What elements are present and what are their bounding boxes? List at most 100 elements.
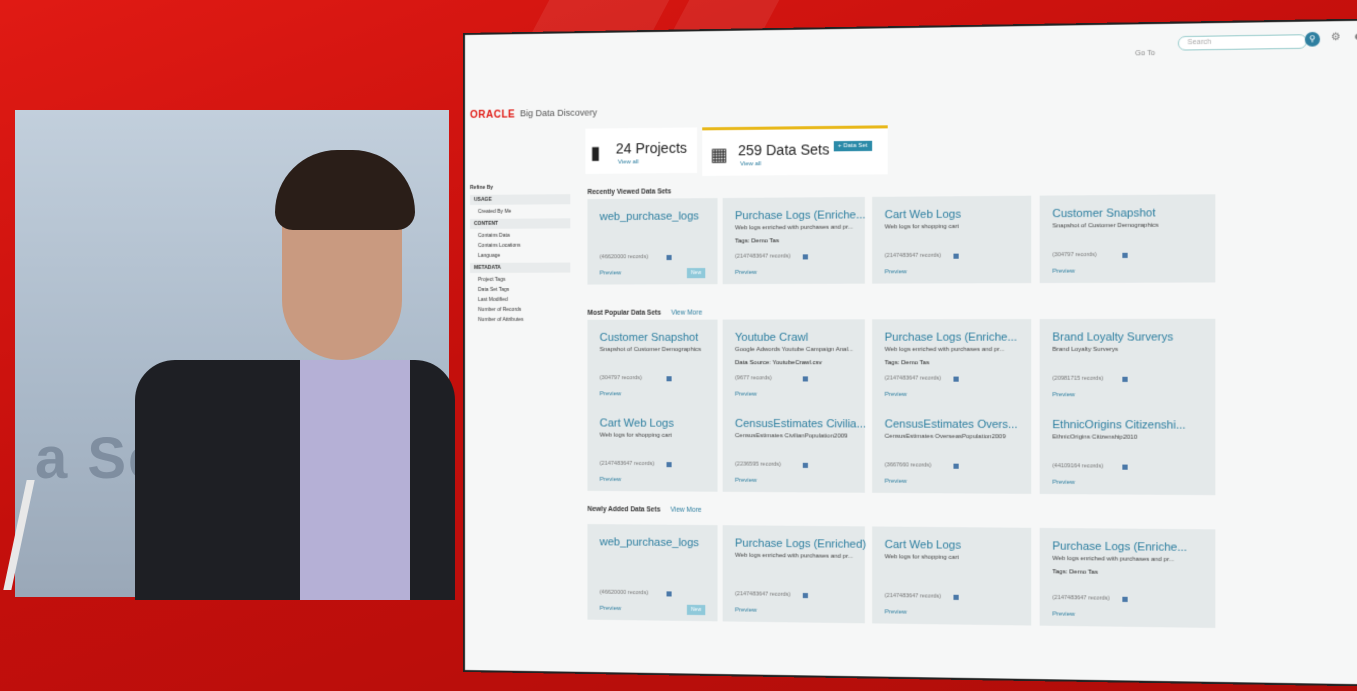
data-set-card[interactable]: CensusEstimates Overs... CensusEstimates … — [872, 406, 1032, 494]
card-action-icons[interactable] — [953, 376, 959, 382]
card-preview-link[interactable]: Preview — [1052, 392, 1075, 398]
card-record-count: (2147483647 records) — [734, 591, 791, 598]
section-recently-viewed: Recently Viewed Data Sets — [587, 188, 671, 196]
card-action-icons[interactable] — [802, 254, 808, 260]
data-set-card[interactable]: Purchase Logs (Enriche... Web logs enrich… — [1039, 527, 1216, 628]
refine-item[interactable]: Number of Attributes — [470, 315, 570, 325]
card-preview-link[interactable]: Preview — [885, 479, 907, 485]
refine-section-metadata[interactable]: METADATA — [469, 262, 571, 273]
data-set-card[interactable]: Purchase Logs (Enriche... Web logs enrich… — [722, 196, 866, 285]
data-set-card[interactable]: Cart Web Logs Web logs for shopping cart(… — [872, 195, 1032, 284]
view-more-link[interactable]: View More — [670, 507, 701, 514]
card-preview-link[interactable]: Preview — [1052, 269, 1075, 275]
card-preview-link[interactable]: Preview — [600, 477, 622, 483]
card-action-icons[interactable] — [1122, 464, 1128, 470]
data-set-card[interactable]: web_purchase_logs (46620000 records) Previ… — [587, 198, 718, 285]
gear-icon[interactable]: ⚙ — [1331, 32, 1341, 44]
card-preview-link[interactable]: Preview — [600, 606, 622, 612]
card-title[interactable]: Purchase Logs (Enriche... — [1052, 540, 1187, 554]
refine-section-usage[interactable]: USAGE — [469, 194, 571, 205]
data-set-card[interactable]: Youtube Crawl Google Adwords Youtube Camp… — [722, 319, 865, 407]
view-all-link[interactable]: View all — [618, 159, 639, 165]
card-preview-link[interactable]: Preview — [1052, 611, 1075, 617]
card-action-icons[interactable] — [953, 253, 959, 259]
card-record-count: (2147483647 records) — [884, 252, 942, 260]
card-record-count: (2236595 records) — [734, 461, 782, 468]
refine-item[interactable]: Last Modified — [470, 295, 570, 305]
card-preview-link[interactable]: Preview — [600, 270, 622, 276]
refine-section-content[interactable]: CONTENT — [469, 218, 571, 229]
card-title[interactable]: Purchase Logs (Enriche... — [735, 209, 866, 222]
card-title[interactable]: CensusEstimates Overs... — [885, 418, 1018, 431]
card-title[interactable]: CensusEstimates Civilia... — [735, 418, 866, 431]
refine-item[interactable]: Contains Data — [470, 230, 570, 241]
card-action-icons[interactable] — [1122, 596, 1128, 602]
tab-data-sets[interactable]: ▦ 259 Data Sets View all + Data Set — [702, 125, 888, 176]
card-title[interactable]: Customer Snapshot — [600, 332, 699, 344]
data-set-card[interactable]: CensusEstimates Civilia... CensusEstimate… — [722, 405, 866, 493]
user-icon[interactable]: ☻ — [1353, 31, 1357, 43]
card-preview-link[interactable]: Preview — [885, 269, 907, 275]
card-action-icons[interactable] — [666, 591, 672, 597]
section-title: Newly Added Data Sets — [587, 505, 661, 514]
card-preview-link[interactable]: Preview — [885, 392, 907, 398]
card-title[interactable]: Cart Web Logs — [600, 417, 674, 429]
card-preview-link[interactable]: Preview — [735, 392, 757, 398]
card-description: EthnicOrigins Citizenship2010 — [1052, 434, 1138, 441]
card-action-icons[interactable] — [802, 376, 808, 382]
card-description: Google Adwords Youtube Campaign Anal... — [734, 346, 854, 354]
card-description: Web logs enriched with purchases and pr.… — [884, 346, 1005, 354]
data-set-card[interactable]: Customer Snapshot Snapshot of Customer De… — [1039, 194, 1216, 284]
refine-item[interactable]: Language — [470, 250, 570, 261]
card-description: Web logs enriched with purchases and pr.… — [734, 224, 854, 232]
card-title[interactable]: EthnicOrigins Citizenshi... — [1052, 419, 1185, 432]
search-icon[interactable]: ⚲ — [1304, 31, 1321, 47]
card-preview-link[interactable]: Preview — [735, 270, 757, 276]
new-badge: New — [686, 267, 706, 279]
card-preview-link[interactable]: Preview — [885, 609, 907, 615]
view-all-link[interactable]: View all — [740, 161, 761, 167]
card-title[interactable]: Purchase Logs (Enriche... — [885, 331, 1017, 343]
card-action-icons[interactable] — [666, 376, 672, 382]
add-data-set-button[interactable]: + Data Set — [833, 140, 872, 152]
card-title[interactable]: Youtube Crawl — [735, 332, 808, 344]
card-action-icons[interactable] — [953, 594, 959, 600]
oracle-logo: ORACLE — [469, 109, 516, 121]
card-action-icons[interactable] — [802, 462, 808, 468]
card-action-icons[interactable] — [1122, 376, 1128, 382]
refine-item[interactable]: Data Set Tags — [470, 285, 570, 295]
card-title[interactable]: web_purchase_logs — [600, 536, 699, 549]
card-action-icons[interactable] — [666, 462, 672, 468]
card-action-icons[interactable] — [666, 255, 672, 261]
card-preview-link[interactable]: Preview — [1052, 480, 1075, 486]
card-preview-link[interactable]: Preview — [735, 478, 757, 484]
card-action-icons[interactable] — [802, 592, 808, 599]
refine-item[interactable]: Number of Records — [470, 305, 570, 315]
card-title[interactable]: web_purchase_logs — [600, 210, 699, 223]
tab-projects[interactable]: ▮ 24 Projects View all — [585, 127, 698, 174]
card-preview-link[interactable]: Preview — [735, 607, 757, 613]
card-preview-link[interactable]: Preview — [600, 391, 622, 397]
card-action-icons[interactable] — [953, 463, 959, 469]
card-action-icons[interactable] — [1122, 252, 1128, 258]
data-set-card[interactable]: Purchase Logs (Enriche... Web logs enrich… — [872, 319, 1032, 407]
refine-item[interactable]: Project Tags — [470, 275, 570, 285]
data-set-card[interactable]: Customer Snapshot Snapshot of Customer De… — [587, 319, 718, 406]
data-set-card[interactable]: EthnicOrigins Citizenshi... EthnicOrigins… — [1039, 406, 1216, 496]
view-more-link[interactable]: View More — [671, 309, 702, 316]
card-title[interactable]: Brand Loyalty Surverys — [1052, 331, 1173, 343]
card-title[interactable]: Purchase Logs (Enriched) — [735, 537, 866, 550]
data-set-card[interactable]: Cart Web Logs Web logs for shopping cart(… — [872, 526, 1032, 626]
search-input[interactable]: Search — [1177, 34, 1308, 51]
card-title[interactable]: Customer Snapshot — [1052, 207, 1155, 220]
card-title[interactable]: Cart Web Logs — [885, 539, 961, 552]
data-set-card[interactable]: Purchase Logs (Enriched) Web logs enriche… — [722, 525, 866, 624]
data-set-card[interactable]: Cart Web Logs Web logs for shopping cart(… — [587, 405, 718, 492]
goto-menu[interactable]: Go To — [1135, 50, 1155, 58]
card-description: CensusEstimates OverseasPopulation2009 — [884, 433, 1006, 441]
refine-item[interactable]: Contains Locations — [470, 240, 570, 251]
card-title[interactable]: Cart Web Logs — [885, 209, 961, 222]
data-set-card[interactable]: web_purchase_logs (46620000 records) Previ… — [587, 524, 718, 622]
refine-item[interactable]: Created By Me — [470, 206, 570, 217]
data-set-card[interactable]: Brand Loyalty Surverys Brand Loyalty Surv… — [1039, 318, 1216, 407]
